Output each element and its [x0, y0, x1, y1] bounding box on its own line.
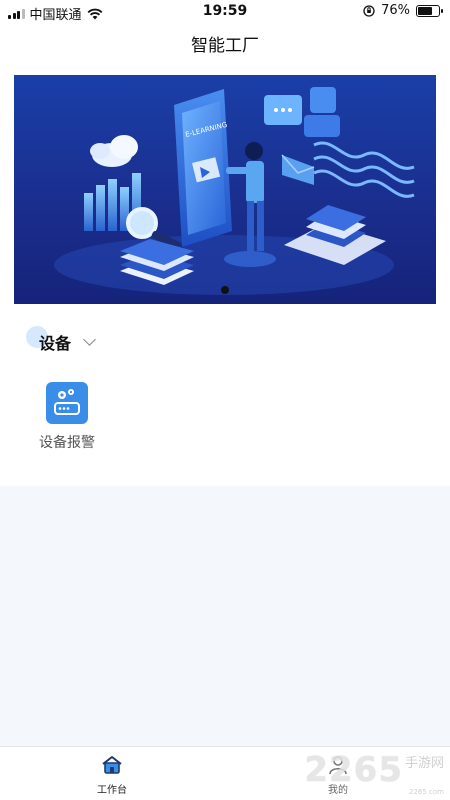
watermark-logo: 2265 手游网 2265.com [304, 750, 444, 796]
nav-bar: 智能工厂 [0, 24, 450, 68]
tab-workbench-label: 工作台 [97, 785, 127, 796]
phone-illustration: E-LEARNING [174, 89, 232, 247]
tab-workbench[interactable]: 工作台 [72, 755, 152, 796]
device-alarm-label: 设备报警 [39, 435, 95, 451]
battery-fill [418, 6, 433, 15]
chevron-down-icon[interactable] [83, 332, 96, 346]
banner-image[interactable]: E-LEARNING [14, 75, 436, 304]
wave-decoration [313, 141, 415, 198]
cloud-icon [90, 135, 138, 167]
envelope-icon [281, 154, 315, 185]
status-bar: 中国联通 19:59 76% [0, 0, 450, 24]
page-title: 智能工厂 [191, 36, 259, 56]
carousel-indicator-dot[interactable] [221, 286, 229, 294]
status-right: 76% [363, 3, 443, 18]
router-gear-icon [46, 382, 88, 424]
watermark-url: 2265.com [409, 788, 444, 796]
banner-carousel[interactable]: E-LEARNING [0, 68, 450, 318]
section-title: 设备 [39, 334, 72, 353]
section-header[interactable]: 设备 [26, 326, 96, 358]
watermark-text: 手游网 [404, 756, 444, 771]
watermark-number: 2265 [304, 750, 403, 790]
chat-bubble-icon [264, 87, 340, 137]
device-section: 设备 设备报警 [0, 318, 450, 486]
rotation-lock-icon [363, 4, 375, 17]
battery-percent: 76% [381, 3, 410, 18]
e-learning-illustration: E-LEARNING [54, 87, 415, 295]
battery-icon [416, 4, 443, 17]
device-alarm-tile[interactable]: 设备报警 [38, 382, 96, 452]
home-icon [102, 756, 122, 774]
